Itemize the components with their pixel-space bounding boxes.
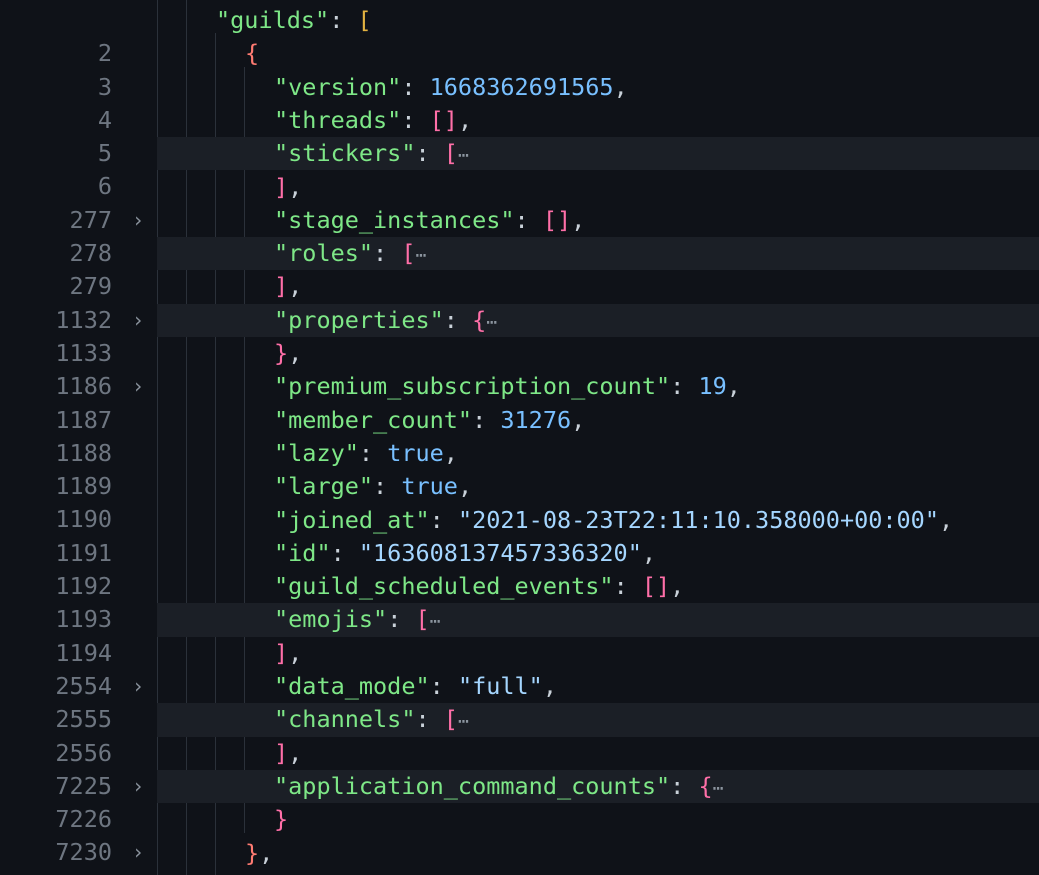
code-line-folded[interactable]: 2556 › "channels": [⋯: [0, 703, 1039, 798]
json-key: "stage_instances": [274, 205, 515, 234]
json-key: "joined_at": [274, 505, 430, 534]
code-line[interactable]: 7225 ],: [0, 737, 1039, 800]
json-key: "emojis": [274, 605, 388, 634]
code-line[interactable]: 1132 ],: [0, 270, 1039, 333]
json-key: "guilds": [216, 6, 330, 34]
json-value: "2021-08-23T22:11:10.358000+00:00": [457, 505, 939, 534]
code-line[interactable]: 2555 "data_mode": "full",: [0, 670, 1039, 733]
code-line-folded[interactable]: 1133 › "properties": {⋯: [0, 303, 1039, 398]
json-value: true: [387, 438, 444, 467]
code-line[interactable]: 7231 },: [0, 837, 1039, 875]
code-line[interactable]: 277 ],: [0, 171, 1039, 234]
fold-ellipsis[interactable]: ⋯: [486, 312, 497, 333]
code-line[interactable]: 278 "stage_instances": [],: [0, 204, 1039, 267]
code-line[interactable]: 4 "version": 1668362691565,: [0, 71, 1039, 134]
code-line-folded[interactable]: 1194 › "emojis": [⋯: [0, 603, 1039, 698]
code-line-folded[interactable]: 279 › "roles": [⋯: [0, 237, 1039, 332]
code-line[interactable]: 1188 "member_count": 31276,: [0, 404, 1039, 467]
code-line[interactable]: 1191 "joined_at": "2021-08-23T22:11:10.3…: [0, 504, 1039, 567]
fold-ellipsis[interactable]: ⋯: [458, 145, 469, 166]
json-key: "premium_subscription_count": [274, 372, 671, 401]
json-value: 31276: [500, 405, 572, 434]
json-key: "lazy": [274, 438, 359, 467]
code-line[interactable]: 1192 "id": "163608137457336320",: [0, 537, 1039, 600]
json-value: "163608137457336320": [358, 538, 642, 567]
code-editor[interactable]: 2 "guilds": [ 3 { 4 "version": 166836269…: [0, 0, 1039, 875]
code-line[interactable]: 2 "guilds": [: [0, 4, 1039, 67]
json-value: 19: [698, 372, 727, 401]
code-line[interactable]: 3 {: [0, 37, 1039, 100]
json-key: "version": [274, 72, 402, 101]
json-key: "threads": [274, 105, 402, 134]
code-line-folded[interactable]: 6 › "stickers": [⋯: [0, 137, 1039, 232]
code-line-folded[interactable]: 7226 › "application_command_counts": {⋯: [0, 769, 1039, 864]
json-key: "id": [274, 538, 331, 567]
json-key: "stickers": [274, 139, 416, 168]
json-value: true: [401, 472, 458, 501]
json-key: "channels": [274, 705, 416, 734]
code-line[interactable]: 1193 "guild_scheduled_events": [],: [0, 570, 1039, 633]
json-value: "full": [457, 672, 543, 700]
fold-ellipsis[interactable]: ⋯: [416, 245, 427, 266]
json-key: "member_count": [274, 405, 473, 434]
json-key: "guild_scheduled_events": [274, 572, 614, 601]
json-key: "roles": [274, 239, 374, 268]
code-line[interactable]: 1190 "large": true,: [0, 470, 1039, 533]
fold-ellipsis[interactable]: ⋯: [458, 711, 469, 732]
line-number: 7231: [0, 870, 112, 875]
json-key: "data_mode": [274, 672, 430, 700]
fold-ellipsis[interactable]: ⋯: [430, 611, 441, 632]
json-key: "application_command_counts": [274, 771, 671, 800]
json-value: 1668362691565: [429, 72, 614, 101]
code-line[interactable]: 7230 }: [0, 803, 1039, 866]
code-line[interactable]: 1187 "premium_subscription_count": 19,: [0, 370, 1039, 433]
json-key: "large": [274, 472, 374, 501]
code-line[interactable]: 5 "threads": [],: [0, 104, 1039, 167]
code-line[interactable]: 1189 "lazy": true,: [0, 437, 1039, 500]
json-key: "properties": [274, 305, 444, 334]
code-line[interactable]: 1186 },: [0, 337, 1039, 400]
fold-ellipsis[interactable]: ⋯: [713, 778, 724, 799]
code-line[interactable]: 2554 ],: [0, 637, 1039, 700]
